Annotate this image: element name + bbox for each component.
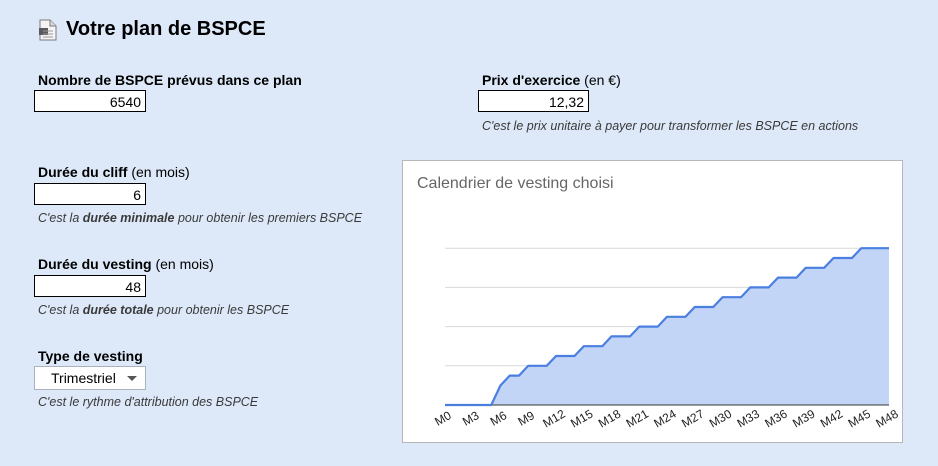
x-tick-label: M27 xyxy=(679,406,706,430)
chevron-down-icon xyxy=(127,376,137,381)
x-tick-label: M33 xyxy=(735,406,762,430)
x-tick-label: M48 xyxy=(873,406,900,430)
x-tick-label: M36 xyxy=(762,406,789,430)
x-tick-label: M18 xyxy=(596,406,623,430)
vesting-type-select[interactable]: Trimestriel xyxy=(34,366,146,390)
x-tick-label: M21 xyxy=(624,406,651,430)
vesting-type-value: Trimestriel xyxy=(51,370,116,386)
x-tick-label: M39 xyxy=(790,406,817,430)
cliff-label: Durée du cliff (en mois) xyxy=(38,164,190,180)
prix-exercice-hint: C'est le prix unitaire à payer pour tran… xyxy=(482,119,859,133)
nb-bspce-label: Nombre de BSPCE prévus dans ce plan xyxy=(38,72,302,88)
vesting-type-hint: C'est le rythme d'attribution des BSPCE xyxy=(38,395,259,409)
vesting-hint: C'est la durée totale pour obtenir les B… xyxy=(38,303,290,317)
vesting-input[interactable]: 48 xyxy=(34,275,146,297)
vesting-chart: Calendrier de vesting choisi M0 M3 M6 M9 M12… xyxy=(402,160,903,443)
chart-canvas: M0 M3 M6 M9 M12 M15 M18 M21 M24 M27 M30 M33 M36 M39 M4… xyxy=(432,247,901,430)
vesting-label: Durée du vesting (en mois) xyxy=(38,256,214,272)
x-tick-label: M24 xyxy=(651,406,678,430)
x-tick-label: M3 xyxy=(460,408,482,429)
page-title-text: Votre plan de BSPCE xyxy=(66,18,266,40)
cliff-input[interactable]: 6 xyxy=(34,183,146,205)
x-tick-label: M9 xyxy=(516,408,538,429)
x-tick-label: M6 xyxy=(488,408,510,429)
document-icon xyxy=(38,19,58,41)
x-tick-label: M42 xyxy=(818,406,845,430)
page-title: Votre plan de BSPCE xyxy=(38,18,266,41)
x-tick-label: M12 xyxy=(540,406,567,430)
x-tick-label: M45 xyxy=(846,406,873,430)
prix-exercice-input[interactable]: 12,32 xyxy=(478,90,589,112)
nb-bspce-input[interactable]: 6540 xyxy=(34,90,146,112)
x-tick-label: M15 xyxy=(568,406,595,430)
x-tick-label: M30 xyxy=(707,406,734,430)
cliff-hint: C'est la durée minimale pour obtenir les… xyxy=(38,211,363,225)
x-tick-label: M0 xyxy=(432,408,454,429)
prix-exercice-label: Prix d'exercice (en €) xyxy=(482,72,621,88)
vesting-type-label: Type de vesting xyxy=(38,348,143,364)
